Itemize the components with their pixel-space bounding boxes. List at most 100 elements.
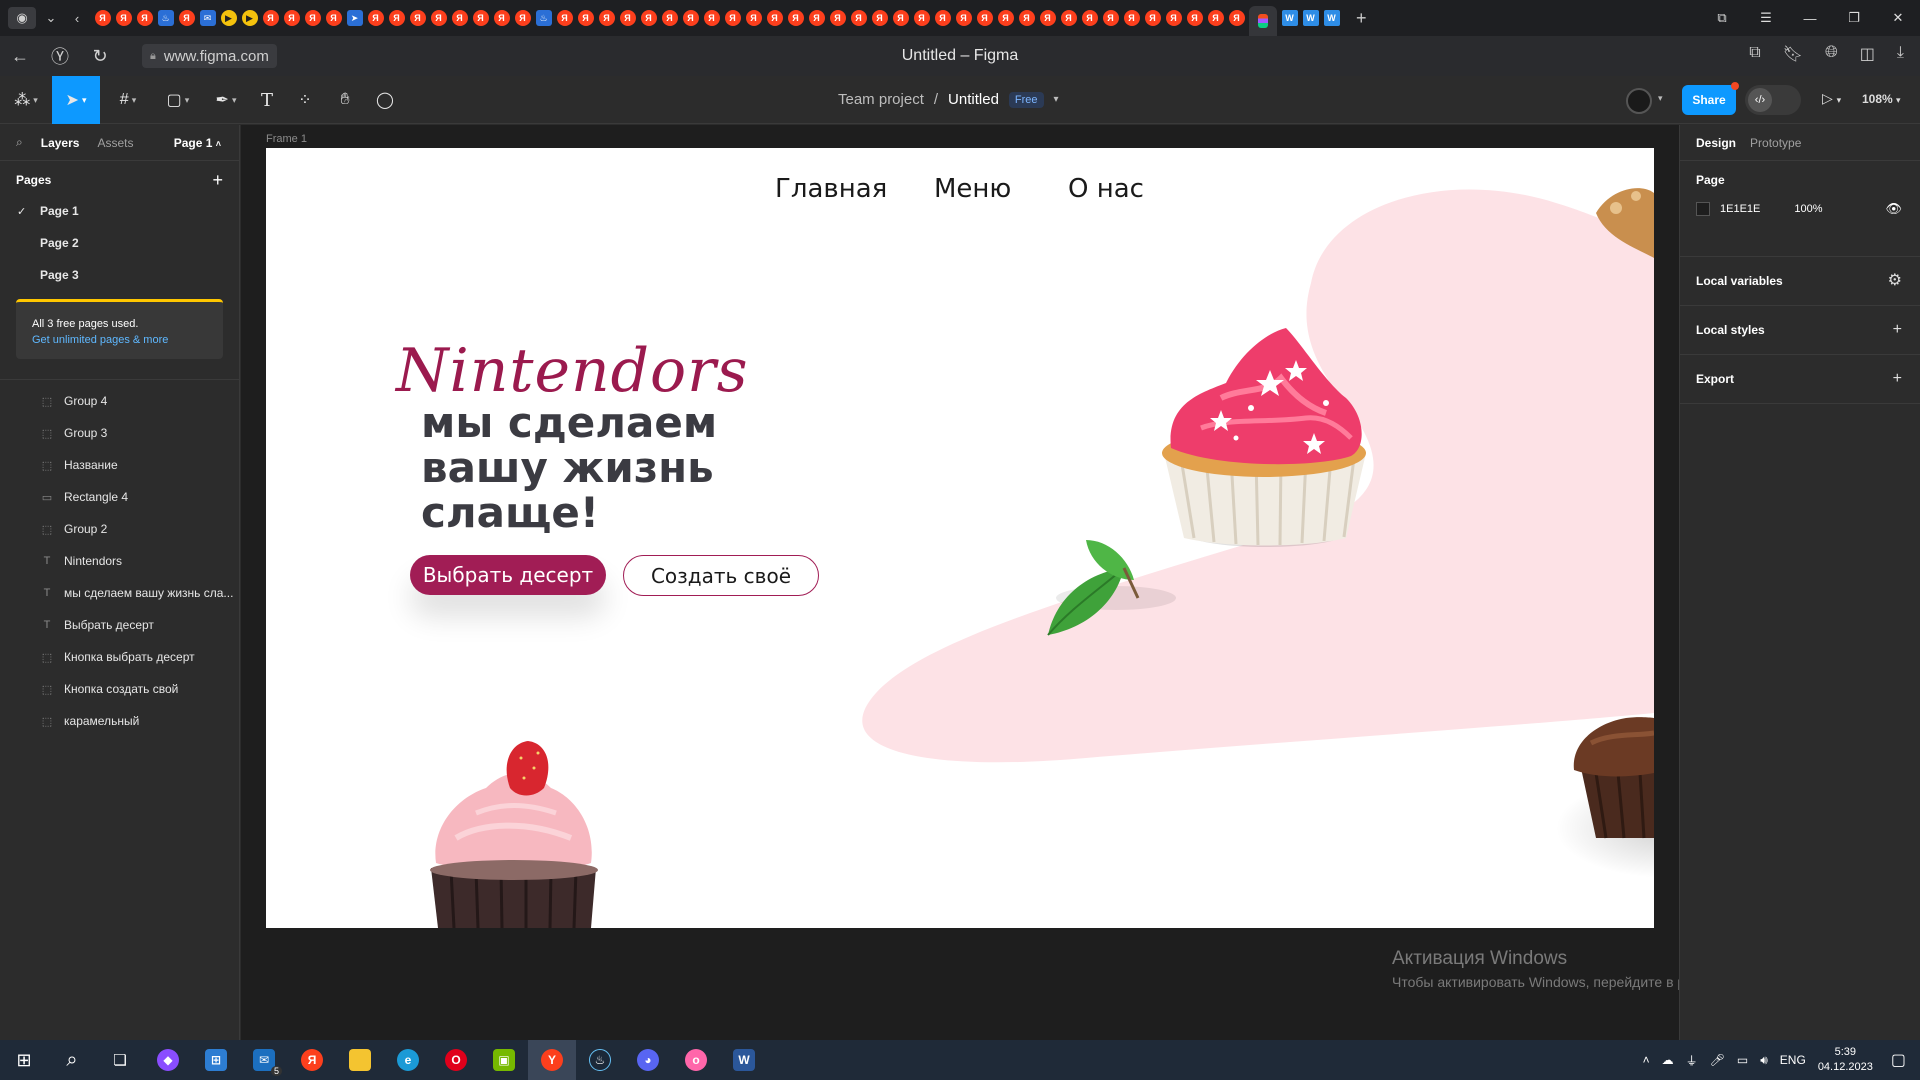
- yandex-tab-icon[interactable]: Я: [997, 10, 1014, 26]
- collections-icon[interactable]: ⧉: [1700, 10, 1744, 26]
- upsell-link[interactable]: Get unlimited pages & more: [32, 332, 207, 348]
- tab-favicon[interactable]: W: [1302, 10, 1319, 26]
- yandex-tab-icon[interactable]: Я: [409, 10, 426, 26]
- task-view-button[interactable]: ❏: [96, 1040, 144, 1080]
- tab-back-icon[interactable]: ‹: [66, 7, 88, 29]
- profile-icon[interactable]: ◉: [8, 7, 36, 29]
- yandex-tab-icon[interactable]: Я: [976, 10, 993, 26]
- tabs-icon[interactable]: ⧉: [1749, 44, 1760, 64]
- create-own-button[interactable]: Создать своё: [623, 555, 819, 596]
- new-tab-icon[interactable]: +: [1356, 8, 1367, 29]
- yandex-tab-icon[interactable]: Я: [577, 10, 594, 26]
- color-swatch[interactable]: [1696, 202, 1710, 216]
- layer-row[interactable]: ⬚ Название: [0, 449, 239, 481]
- local-styles-section[interactable]: Local styles +: [1680, 306, 1920, 355]
- yandex-tab-icon[interactable]: Я: [1102, 10, 1119, 26]
- telegram-tab-icon[interactable]: ➤: [346, 10, 363, 26]
- layer-row[interactable]: ⬚ карамельный: [0, 705, 239, 737]
- network-icon[interactable]: ▭: [1737, 1053, 1748, 1067]
- search-taskbar-button[interactable]: ⌕: [48, 1040, 96, 1080]
- microphone-icon[interactable]: 🎤︎: [1710, 1053, 1725, 1067]
- explorer-button[interactable]: [336, 1040, 384, 1080]
- nvidia-button[interactable]: ▣: [480, 1040, 528, 1080]
- layer-row[interactable]: ⬚ Group 4: [0, 385, 239, 417]
- yandex-tab-icon[interactable]: Я: [1186, 10, 1203, 26]
- yandex-tab-icon[interactable]: Я: [850, 10, 867, 26]
- yandex-tab-icon[interactable]: Я: [1123, 10, 1140, 26]
- mail-tab-icon[interactable]: ✉: [199, 10, 216, 26]
- yandex-tab-icon[interactable]: Я: [262, 10, 279, 26]
- nav-link-about[interactable]: О нас: [1068, 174, 1144, 204]
- menu-icon[interactable]: ☰: [1744, 10, 1788, 26]
- active-tab-figma[interactable]: [1249, 6, 1277, 36]
- extensions-icon[interactable]: ◫: [1860, 44, 1875, 64]
- layer-row[interactable]: ⬚ Кнопка выбрать десерт: [0, 641, 239, 673]
- layer-row[interactable]: ⬚ Group 3: [0, 417, 239, 449]
- resources-button[interactable]: ⁘: [290, 76, 320, 124]
- yandex-tab-icon[interactable]: Я: [661, 10, 678, 26]
- export-section[interactable]: Export +: [1680, 355, 1920, 404]
- word-button[interactable]: W: [720, 1040, 768, 1080]
- youtube-tab-icon[interactable]: ▶: [241, 10, 258, 26]
- page-opacity-value[interactable]: 100%: [1794, 203, 1822, 215]
- team-link[interactable]: Team project: [838, 91, 924, 108]
- yandex-tab-icon[interactable]: Я: [1039, 10, 1056, 26]
- steam-tab-icon[interactable]: ♨: [157, 10, 174, 26]
- edge-button[interactable]: e: [384, 1040, 432, 1080]
- variables-icon[interactable]: ⚙︎: [1888, 257, 1902, 305]
- page-item[interactable]: Page 3: [0, 259, 239, 291]
- yandex-tab-icon[interactable]: Я: [598, 10, 615, 26]
- yandex-tab-icon[interactable]: Я: [913, 10, 930, 26]
- main-menu-button[interactable]: ⁂ ▾: [8, 76, 44, 124]
- avatar[interactable]: [1626, 88, 1652, 114]
- add-export-icon[interactable]: +: [1893, 355, 1902, 403]
- yandex-browser-button[interactable]: Y: [528, 1040, 576, 1080]
- local-variables-section[interactable]: Local variables ⚙︎: [1680, 257, 1920, 306]
- add-style-icon[interactable]: +: [1893, 306, 1902, 354]
- layer-row[interactable]: T Nintendors: [0, 545, 239, 577]
- tab-prototype[interactable]: Prototype: [1750, 136, 1801, 150]
- yandex-tab-icon[interactable]: Я: [1060, 10, 1077, 26]
- yandex-tab-icon[interactable]: Я: [1207, 10, 1224, 26]
- yandex-tab-icon[interactable]: Я: [787, 10, 804, 26]
- hand-tool-button[interactable]: ✋︎: [330, 76, 360, 124]
- yandex-tab-icon[interactable]: Я: [430, 10, 447, 26]
- tray-chevron-up-icon[interactable]: ˄: [1643, 1053, 1650, 1067]
- share-button[interactable]: Share: [1682, 85, 1736, 115]
- tab-assets[interactable]: Assets: [97, 136, 133, 150]
- frame-label[interactable]: Frame 1: [266, 133, 307, 145]
- tab-favicon[interactable]: W: [1323, 10, 1340, 26]
- layer-row[interactable]: ⬚ Group 2: [0, 513, 239, 545]
- clock[interactable]: 5:39 04.12.2023: [1818, 1045, 1873, 1075]
- chevron-down-icon[interactable]: ▾: [1054, 94, 1059, 105]
- steam-tab-icon[interactable]: ♨: [535, 10, 552, 26]
- search-icon[interactable]: ⌕: [16, 135, 23, 150]
- yandex-tab-icon[interactable]: Я: [1228, 10, 1245, 26]
- yandex-tab-icon[interactable]: Я: [178, 10, 195, 26]
- youtube-tab-icon[interactable]: ▶: [220, 10, 237, 26]
- layer-row[interactable]: ▭ Rectangle 4: [0, 481, 239, 513]
- steam-button[interactable]: ♨︎: [576, 1040, 624, 1080]
- comment-tool-button[interactable]: ◯: [370, 76, 400, 124]
- usb-icon[interactable]: ⏚: [1686, 1052, 1698, 1069]
- move-tool-button[interactable]: ➤ ▾: [52, 76, 100, 124]
- yandex-tab-icon[interactable]: Я: [451, 10, 468, 26]
- page-item[interactable]: ✓ Page 1: [0, 195, 239, 227]
- page-item[interactable]: Page 2: [0, 227, 239, 259]
- present-button[interactable]: ▷ ▾: [1822, 90, 1841, 107]
- yandex-tab-icon[interactable]: Я: [472, 10, 489, 26]
- layer-row[interactable]: T Выбрать десерт: [0, 609, 239, 641]
- minimize-icon[interactable]: —: [1788, 11, 1832, 26]
- yandex-tab-icon[interactable]: Я: [304, 10, 321, 26]
- yandex-tab-icon[interactable]: Я: [619, 10, 636, 26]
- osu-button[interactable]: o: [672, 1040, 720, 1080]
- text-tool-button[interactable]: T: [252, 76, 282, 124]
- store-button[interactable]: ⊞: [192, 1040, 240, 1080]
- alice-button[interactable]: ◆: [144, 1040, 192, 1080]
- frame-tool-button[interactable]: # ▾: [108, 76, 148, 124]
- restore-icon[interactable]: ❐: [1832, 10, 1876, 26]
- close-icon[interactable]: ✕: [1876, 10, 1920, 26]
- nav-link-menu[interactable]: Меню: [934, 174, 1011, 204]
- shape-tool-button[interactable]: ▢ ▾: [158, 76, 198, 124]
- downloads-icon[interactable]: ⤓: [1897, 44, 1904, 64]
